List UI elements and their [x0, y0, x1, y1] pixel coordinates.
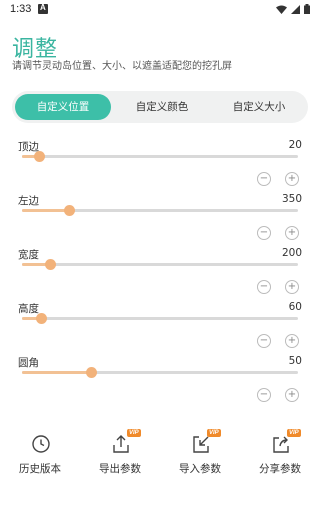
page-subtitle: 请调节灵动岛位置、大小、以遮盖适配您的挖孔屏 [12, 61, 232, 72]
setting-label: 高度 [18, 303, 39, 315]
increment-button[interactable]: + [285, 388, 299, 402]
tab-custom-size[interactable]: 自定义大小 [210, 91, 308, 123]
slider-track[interactable] [22, 259, 298, 270]
slider-track[interactable] [22, 151, 298, 162]
increment-button[interactable]: + [285, 334, 299, 348]
setting-value: 60 [288, 301, 302, 313]
slider-track[interactable] [22, 205, 298, 216]
setting-label: 宽度 [18, 249, 39, 261]
vip-badge: VIP [127, 429, 141, 437]
slider-thumb[interactable] [44, 259, 56, 270]
setting-label: 左边 [18, 195, 39, 207]
share-label: 分享参数 [259, 463, 301, 475]
import-label: 导入参数 [179, 463, 221, 475]
history-icon [32, 435, 50, 453]
slider-thumb[interactable] [36, 313, 48, 324]
history-button[interactable]: 历史版本 [5, 425, 75, 485]
share-button[interactable]: VIP 分享参数 [245, 425, 315, 485]
status-time: 1:33 [10, 3, 32, 15]
slider-thumb[interactable] [33, 151, 45, 162]
status-bar: 1:33 [0, 0, 320, 22]
export-label: 导出参数 [99, 463, 141, 475]
setting-value: 50 [288, 355, 302, 367]
slider-thumb[interactable] [86, 367, 97, 378]
decrement-button[interactable]: − [257, 172, 271, 186]
tab-custom-position[interactable]: 自定义位置 [15, 94, 111, 120]
setting-label: 圆角 [18, 357, 39, 369]
setting-value: 200 [281, 247, 302, 259]
bottom-actions: 历史版本 VIP 导出参数 VIP 导入参数 VIP 分享参数 [0, 425, 320, 485]
tab-bar: 自定义位置 自定义颜色 自定义大小 [12, 91, 308, 123]
slider-track[interactable] [22, 313, 298, 324]
slider-fill [22, 371, 91, 374]
history-label: 历史版本 [19, 463, 61, 475]
decrement-button[interactable]: − [257, 226, 271, 240]
slider-fill [22, 209, 69, 212]
setting-value: 20 [288, 139, 302, 151]
status-icons [276, 4, 310, 14]
increment-button[interactable]: + [285, 280, 299, 294]
slider-thumb[interactable] [63, 205, 75, 216]
vip-badge: VIP [207, 429, 221, 437]
signal-icon [291, 4, 300, 14]
import-button[interactable]: VIP 导入参数 [165, 425, 235, 485]
increment-button[interactable]: + [285, 226, 299, 240]
vip-badge: VIP [287, 429, 301, 437]
setting-value: 350 [281, 193, 302, 205]
notification-icon [38, 3, 48, 14]
battery-icon [304, 4, 310, 14]
increment-button[interactable]: + [285, 172, 299, 186]
wifi-icon [276, 5, 287, 14]
decrement-button[interactable]: − [257, 388, 271, 402]
slider-track[interactable] [22, 367, 298, 378]
decrement-button[interactable]: − [257, 334, 271, 348]
decrement-button[interactable]: − [257, 280, 271, 294]
tab-custom-color[interactable]: 自定义颜色 [114, 91, 210, 123]
export-button[interactable]: VIP 导出参数 [85, 425, 155, 485]
